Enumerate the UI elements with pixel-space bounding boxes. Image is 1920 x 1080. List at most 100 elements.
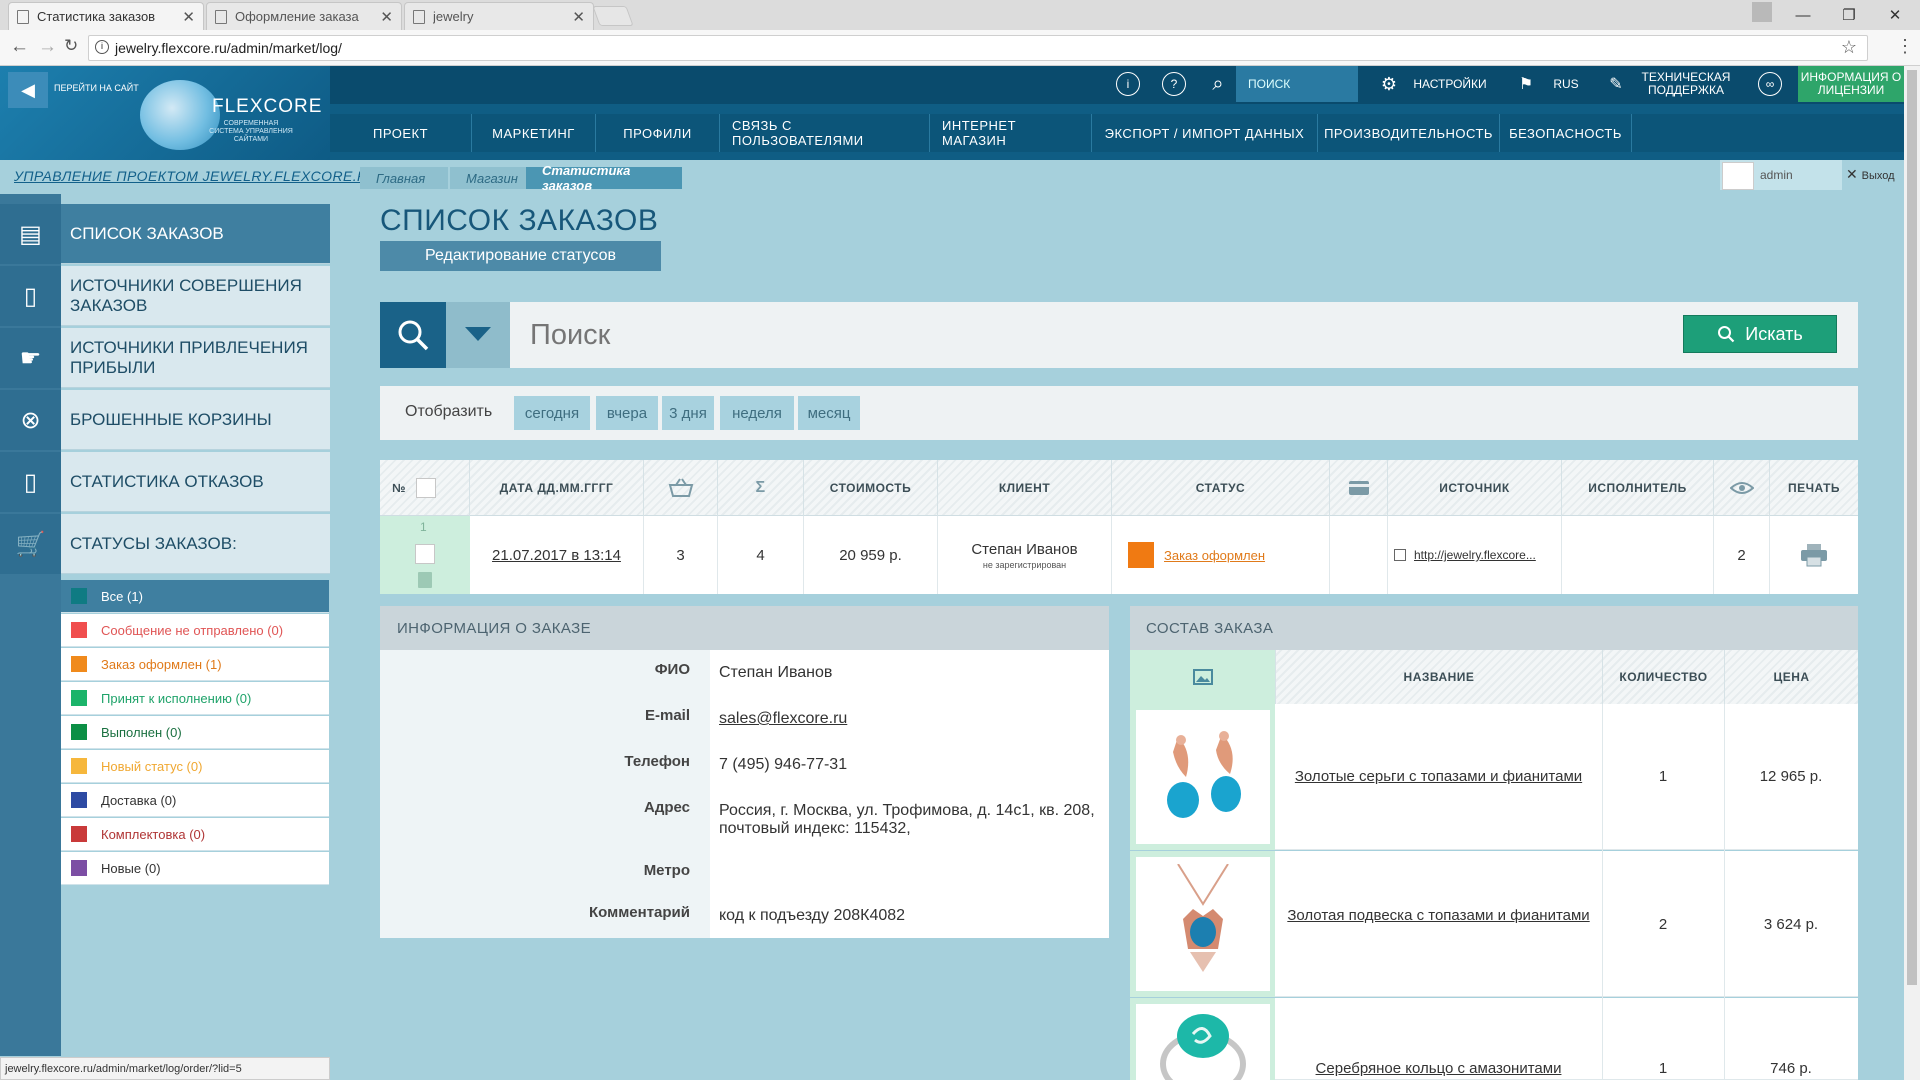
filter-yesterday[interactable]: вчера xyxy=(596,396,658,430)
sidebar-item-order-statuses[interactable]: 🛒 СТАТУСЫ ЗАКАЗОВ: xyxy=(0,514,330,574)
info-icon[interactable]: i xyxy=(95,40,109,54)
menu-communication[interactable]: СВЯЗЬ С ПОЛЬЗОВАТЕЛЯМИ xyxy=(720,114,930,152)
license-icon[interactable]: ∞ xyxy=(1752,66,1788,102)
flag-icon[interactable]: ⚑ xyxy=(1508,66,1544,102)
breadcrumb-shop[interactable]: Магазин xyxy=(450,167,534,189)
col-date[interactable]: ДАТА ДД.ММ.ГГГГ xyxy=(470,460,644,516)
menu-import-export[interactable]: ЭКСПОРТ / ИМПОРТ ДАННЫХ xyxy=(1092,114,1318,152)
select-all-checkbox[interactable] xyxy=(415,478,436,498)
filter-today[interactable]: сегодня xyxy=(514,396,590,430)
status-label: Новый статус (0) xyxy=(101,758,203,774)
menu-security[interactable]: БЕЗОПАСНОСТЬ xyxy=(1500,114,1632,152)
search-icon[interactable]: ⌕ xyxy=(1200,66,1236,102)
goto-site-icon[interactable]: ◀ xyxy=(8,72,48,108)
trash-icon[interactable] xyxy=(418,572,432,588)
product-name-link[interactable]: Золотые серьги с топазами и фианитами xyxy=(1275,768,1602,786)
project-link[interactable]: УПРАВЛЕНИЕ ПРОЕКТОМ JEWELRY.FLEXCORE.RU xyxy=(14,168,378,184)
row-checkbox[interactable] xyxy=(415,544,435,564)
product-image-pendant[interactable] xyxy=(1136,857,1270,991)
status-filter-done[interactable]: Выполнен (0) xyxy=(61,716,329,749)
support-icon[interactable]: ✎ xyxy=(1598,66,1634,102)
maximize-icon[interactable]: ❐ xyxy=(1826,0,1872,30)
close-tab-icon[interactable]: ✕ xyxy=(572,8,585,26)
status-filter-not-sent[interactable]: Сообщение не отправлено (0) xyxy=(61,614,329,647)
support-link[interactable]: ТЕХНИЧЕСКАЯ ПОДДЕРЖКА xyxy=(1636,66,1736,102)
close-window-icon[interactable]: ✕ xyxy=(1872,0,1918,30)
col-status[interactable]: СТАТУС xyxy=(1112,460,1330,516)
product-image-earrings[interactable] xyxy=(1136,710,1270,844)
order-source-link[interactable]: http://jewelry.flexcore... xyxy=(1414,548,1536,562)
product-name-link[interactable]: Серебряное кольцо с амазонитами xyxy=(1275,1060,1602,1078)
menu-profiles[interactable]: ПРОФИЛИ xyxy=(596,114,720,152)
forward-icon[interactable]: → xyxy=(38,36,57,58)
browser-tab[interactable]: Оформление заказа ✕ xyxy=(206,2,402,30)
language-link[interactable]: RUS xyxy=(1546,66,1586,102)
license-button[interactable]: ИНФОРМАЦИЯ О ЛИЦЕНЗИИ xyxy=(1798,66,1904,102)
sidebar-item-order-list[interactable]: ▤ СПИСОК ЗАКАЗОВ xyxy=(0,204,330,264)
edit-statuses-button[interactable]: Редактирование статусов xyxy=(380,241,661,271)
browser-tab-active[interactable]: Статистика заказов ✕ xyxy=(8,2,204,30)
status-filter-new[interactable]: Новые (0) xyxy=(61,852,329,885)
menu-project[interactable]: ПРОЕКТ xyxy=(330,114,472,152)
status-filter-delivery[interactable]: Доставка (0) xyxy=(61,784,329,817)
minimize-icon[interactable]: — xyxy=(1780,0,1826,30)
sidebar-item-profit-sources[interactable]: ☛ ИСТОЧНИКИ ПРИВЛЕЧЕНИЯ ПРИБЫЛИ xyxy=(0,328,330,388)
back-icon[interactable]: ← xyxy=(10,36,29,58)
sidebar-item-refusal-stats[interactable]: ▯ СТАТИСТИКА ОТКАЗОВ xyxy=(0,452,330,512)
url-field[interactable]: i jewelry.flexcore.ru/admin/market/log/ … xyxy=(88,35,1868,61)
payment-card-icon[interactable] xyxy=(1330,460,1388,516)
product-name-link[interactable]: Золотая подвеска с топазами и фианитами xyxy=(1275,907,1602,925)
settings-link[interactable]: НАСТРОЙКИ xyxy=(1410,66,1490,102)
info-button[interactable]: i xyxy=(1110,66,1146,102)
menu-marketing[interactable]: МАРКЕТИНГ xyxy=(472,114,596,152)
order-source[interactable]: http://jewelry.flexcore... xyxy=(1388,516,1562,594)
gear-icon[interactable]: ⚙ xyxy=(1370,66,1408,102)
close-tab-icon[interactable]: ✕ xyxy=(182,8,195,26)
scrollbar-thumb[interactable] xyxy=(1907,70,1917,985)
new-tab-button[interactable] xyxy=(592,6,634,26)
filter-3-days[interactable]: 3 дня xyxy=(662,396,714,430)
menu-shop[interactable]: ИНТЕРНЕТ МАГАЗИН xyxy=(930,114,1092,152)
menu-icon[interactable]: ⋮ xyxy=(1896,36,1914,57)
basket-icon[interactable] xyxy=(644,460,718,516)
printer-icon[interactable] xyxy=(1770,516,1858,594)
filter-week[interactable]: неделя xyxy=(720,396,794,430)
status-filter-placed[interactable]: Заказ оформлен (1) xyxy=(61,648,329,681)
help-button[interactable]: ? xyxy=(1156,66,1192,102)
status-filter-all[interactable]: Все (1) xyxy=(61,580,329,613)
profile-icon[interactable] xyxy=(1752,2,1772,22)
col-cost[interactable]: СТОИМОСТЬ xyxy=(804,460,938,516)
eye-icon[interactable] xyxy=(1714,460,1770,516)
product-image-ring[interactable] xyxy=(1136,1004,1270,1080)
col-sum[interactable]: Σ xyxy=(718,460,804,516)
top-search-input[interactable]: ПОИСК xyxy=(1236,66,1358,102)
star-icon[interactable]: ☆ xyxy=(1841,37,1857,58)
reload-icon[interactable]: ↻ xyxy=(64,36,78,56)
logout-link[interactable]: ✕ Выход xyxy=(1846,166,1895,183)
order-status[interactable]: Заказ оформлен xyxy=(1112,516,1330,594)
col-client[interactable]: КЛИЕНТ xyxy=(938,460,1112,516)
sidebar-item-abandoned-carts[interactable]: ⊗ БРОШЕННЫЕ КОРЗИНЫ xyxy=(0,390,330,450)
logo-text[interactable]: FLEXCORE xyxy=(212,96,322,118)
status-filter-packing[interactable]: Комплектовка (0) xyxy=(61,818,329,851)
filter-month[interactable]: месяц xyxy=(798,396,860,430)
menu-performance[interactable]: ПРОИЗВОДИТЕЛЬНОСТЬ xyxy=(1318,114,1500,152)
search-icon[interactable] xyxy=(380,302,446,368)
col-source[interactable]: ИСТОЧНИК xyxy=(1388,460,1562,516)
order-date-link[interactable]: 21.07.2017 в 13:14 xyxy=(492,547,621,564)
breadcrumb-home[interactable]: Главная xyxy=(360,167,448,189)
col-executor[interactable]: ИСПОЛНИТЕЛЬ xyxy=(1562,460,1714,516)
order-date[interactable]: 21.07.2017 в 13:14 xyxy=(470,516,644,594)
logo-subtitle: СОВРЕМЕННАЯ СИСТЕМА УПРАВЛЕНИЯ САЙТАМИ xyxy=(209,120,293,143)
order-status-link[interactable]: Заказ оформлен xyxy=(1164,548,1265,563)
browser-tab[interactable]: jewelry ✕ xyxy=(404,2,594,30)
close-tab-icon[interactable]: ✕ xyxy=(380,8,393,26)
search-submit-button[interactable]: Искать xyxy=(1683,315,1837,353)
search-input[interactable] xyxy=(530,314,1130,356)
chevron-down-icon[interactable] xyxy=(446,302,510,368)
goto-site-link[interactable]: ПЕРЕЙТИ НА САЙТ xyxy=(54,83,139,93)
status-filter-new-status[interactable]: Новый статус (0) xyxy=(61,750,329,783)
sidebar-item-order-sources[interactable]: ▯ ИСТОЧНИКИ СОВЕРШЕНИЯ ЗАКАЗОВ xyxy=(0,266,330,326)
status-filter-accepted[interactable]: Принят к исполнению (0) xyxy=(61,682,329,715)
info-value-email[interactable]: sales@flexcore.ru xyxy=(719,710,1099,728)
